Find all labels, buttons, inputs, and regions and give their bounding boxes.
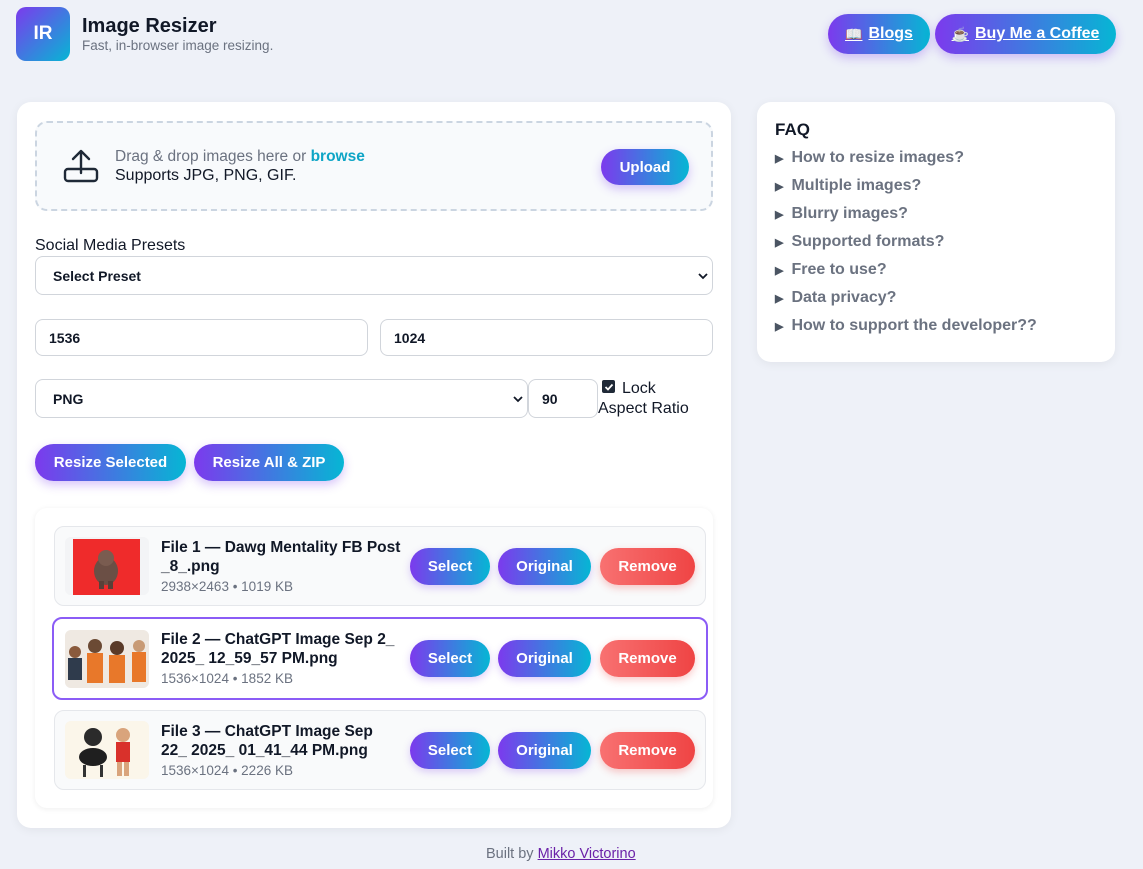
select-button[interactable]: Select <box>410 732 490 769</box>
dog-thumbnail-image <box>65 537 149 595</box>
remove-button[interactable]: Remove <box>600 548 695 585</box>
footer-text: Built by <box>486 846 538 862</box>
chevron-down-icon <box>513 395 523 402</box>
file-name: File 2 — ChatGPT Image Sep 2_ 2025_ 12_5… <box>161 631 395 667</box>
format-select-value: PNG <box>53 390 84 407</box>
faq-item[interactable]: ▶ How to resize images? <box>775 149 964 167</box>
original-button[interactable]: Original <box>498 548 591 585</box>
faq-item[interactable]: ▶ Supported formats? <box>775 233 944 251</box>
triangle-right-icon: ▶ <box>775 292 784 305</box>
faq-item[interactable]: ▶ Free to use? <box>775 261 887 279</box>
select-button[interactable]: Select <box>410 640 490 677</box>
remove-button[interactable]: Remove <box>600 732 695 769</box>
width-value: 1536 <box>49 329 81 346</box>
file-meta: 1536×1024 • 2226 KB <box>161 763 293 778</box>
file-thumbnail <box>65 721 149 779</box>
drop-instructions: Drag & drop images here or browse <box>115 148 365 166</box>
basketball-thumbnail-image <box>65 630 149 688</box>
faq-title: FAQ <box>775 120 810 139</box>
file-meta: 1536×1024 • 1852 KB <box>161 671 293 686</box>
upload-button[interactable]: Upload <box>601 149 689 185</box>
blogs-button[interactable]: 📖 Blogs <box>828 14 930 54</box>
lock-aspect-checkbox[interactable] <box>602 380 615 393</box>
file-meta: 2938×2463 • 1019 KB <box>161 579 293 594</box>
original-button[interactable]: Original <box>498 732 591 769</box>
drop-text: Drag & drop images here or <box>115 148 311 165</box>
author-link[interactable]: Mikko Victorino <box>538 846 636 862</box>
chevron-down-icon <box>698 272 708 279</box>
coffee-icon: ☕ <box>951 25 969 42</box>
faq-item[interactable]: ▶ Multiple images? <box>775 177 921 195</box>
original-button[interactable]: Original <box>498 640 591 677</box>
file-thumbnail <box>65 630 149 688</box>
file-row-2[interactable]: File 2 — ChatGPT Image Sep 2_ 2025_ 12_5… <box>52 617 708 700</box>
triangle-right-icon: ▶ <box>775 208 784 221</box>
file-row-1[interactable]: File 1 — Dawg Mentality FB Post _8_.png … <box>54 526 706 606</box>
blogs-label: Blogs <box>868 25 913 42</box>
file-name: File 1 — Dawg Mentality FB Post _8_.png <box>161 539 401 575</box>
faq-question: Multiple images? <box>791 177 922 194</box>
footer: Built by Mikko Victorino <box>486 846 636 862</box>
triangle-right-icon: ▶ <box>775 264 784 277</box>
triangle-right-icon: ▶ <box>775 180 784 193</box>
remove-button[interactable]: Remove <box>600 640 695 677</box>
height-input[interactable]: 1024 <box>380 319 713 356</box>
width-input[interactable]: 1536 <box>35 319 368 356</box>
upload-icon <box>63 149 99 183</box>
file-name: File 3 — ChatGPT Image Sep 22_ 2025_ 01_… <box>161 723 373 759</box>
faq-question: Blurry images? <box>791 205 908 222</box>
resize-all-zip-button[interactable]: Resize All & ZIP <box>194 444 344 481</box>
height-value: 1024 <box>394 329 426 346</box>
quality-input[interactable]: 90 <box>528 379 598 418</box>
preset-select[interactable]: Select Preset <box>35 256 713 295</box>
coffee-label: Buy Me a Coffee <box>974 25 1100 42</box>
select-button[interactable]: Select <box>410 548 490 585</box>
check-icon <box>604 383 613 391</box>
browse-link[interactable]: browse <box>311 148 365 165</box>
buy-coffee-button[interactable]: ☕ Buy Me a Coffee <box>935 14 1116 54</box>
faq-item[interactable]: ▶ Blurry images? <box>775 205 908 223</box>
grill-thumbnail-image <box>65 721 149 779</box>
preset-select-value: Select Preset <box>53 267 141 284</box>
file-thumbnail <box>65 537 149 595</box>
faq-question: Free to use? <box>791 261 887 278</box>
app-subtitle: Fast, in-browser image resizing. <box>82 38 274 53</box>
app-title: Image Resizer <box>82 15 217 37</box>
resize-selected-button[interactable]: Resize Selected <box>35 444 186 481</box>
triangle-right-icon: ▶ <box>775 320 784 333</box>
triangle-right-icon: ▶ <box>775 236 784 249</box>
logo-text: IR <box>33 23 53 44</box>
format-select[interactable]: PNG <box>35 379 528 418</box>
app-logo: IR <box>16 7 70 61</box>
faq-question: Data privacy? <box>791 289 897 306</box>
faq-question: How to resize images? <box>791 149 964 166</box>
book-icon: 📖 <box>845 25 863 42</box>
quality-value: 90 <box>542 390 558 407</box>
triangle-right-icon: ▶ <box>775 152 784 165</box>
faq-item[interactable]: ▶ How to support the developer?? <box>775 317 1037 335</box>
faq-question: How to support the developer?? <box>791 317 1037 334</box>
faq-item[interactable]: ▶ Data privacy? <box>775 289 896 307</box>
supported-formats-text: Supports JPG, PNG, GIF. <box>115 167 297 184</box>
faq-question: Supported formats? <box>791 233 945 250</box>
file-row-3[interactable]: File 3 — ChatGPT Image Sep 22_ 2025_ 01_… <box>54 710 706 790</box>
presets-label: Social Media Presets <box>35 237 186 254</box>
